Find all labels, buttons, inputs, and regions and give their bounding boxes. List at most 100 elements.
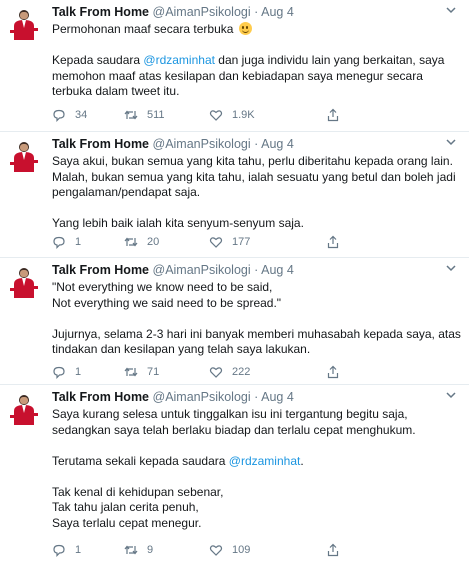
heart-icon (209, 235, 223, 249)
text-line: Tak kenal di kehidupan sebenar, (52, 484, 224, 499)
avatar[interactable] (10, 264, 38, 298)
text-line: Kepada saudara @rdzaminhat dan juga indi… (52, 53, 445, 67)
reply-count: 1 (75, 236, 82, 248)
share-icon (326, 108, 340, 122)
smile-emoji-icon (238, 22, 252, 35)
like-button[interactable]: 222 (209, 365, 250, 379)
share-button[interactable] (326, 108, 340, 122)
retweet-icon (124, 365, 138, 379)
text-line: terbuka dalam tweet itu. (52, 84, 180, 98)
heart-icon (209, 543, 223, 557)
tweet-text: Saya kurang selesa untuk tinggalkan isu … (52, 407, 462, 531)
share-button[interactable] (326, 543, 340, 557)
like-count: 177 (232, 236, 251, 248)
retweet-icon (124, 543, 138, 557)
author-name[interactable]: Talk From Home (52, 5, 149, 19)
tweet-text: Saya akui, bukan semua yang kita tahu, p… (52, 154, 462, 232)
tweet-text: "Not everything we know need to be said,… (52, 280, 462, 358)
like-button[interactable]: 177 (209, 235, 250, 249)
text-line: Jujurnya, selama 2-3 hari ini banyak mem… (52, 326, 461, 341)
author-handle[interactable]: @AimanPsikologi (153, 263, 251, 277)
author-handle[interactable]: @AimanPsikologi (153, 390, 251, 404)
like-count: 109 (232, 544, 251, 556)
tweet-4[interactable]: Talk From Home @AimanPsikologi · Aug 4 S… (0, 385, 469, 569)
text-line: Permohonan maaf secara terbuka (52, 22, 462, 38)
reply-icon (52, 108, 66, 122)
reply-count: 1 (75, 366, 82, 378)
mention-link[interactable]: @rdzaminhat (143, 53, 215, 67)
author-handle[interactable]: @AimanPsikologi (153, 137, 251, 151)
retweet-icon (124, 108, 138, 122)
tweet-date[interactable]: Aug 4 (261, 390, 294, 404)
retweet-count: 71 (147, 366, 160, 378)
reply-count: 1 (75, 544, 82, 556)
reply-button[interactable]: 1 (52, 235, 81, 249)
share-icon (326, 543, 340, 557)
separator: · (254, 263, 259, 277)
retweet-count: 9 (147, 544, 154, 556)
author-name[interactable]: Talk From Home (52, 390, 149, 404)
chevron-down-icon[interactable] (445, 4, 457, 16)
tweet-header: Talk From Home @AimanPsikologi · Aug 4 (52, 263, 294, 277)
tweet-date[interactable]: Aug 4 (261, 5, 294, 19)
text-line: Tak tahu jalan cerita penuh, (52, 500, 199, 514)
chevron-down-icon[interactable] (445, 389, 457, 401)
retweet-button[interactable]: 71 (124, 365, 159, 379)
reply-count: 34 (75, 109, 88, 121)
tweet-2[interactable]: Talk From Home @AimanPsikologi · Aug 4 S… (0, 132, 469, 258)
share-button[interactable] (326, 365, 340, 379)
tweet-actions: 1 20 177 (52, 235, 452, 251)
author-name[interactable]: Talk From Home (52, 137, 149, 151)
mention-link[interactable]: @rdzaminhat (229, 454, 301, 468)
tweet-header: Talk From Home @AimanPsikologi · Aug 4 (52, 5, 294, 19)
avatar[interactable] (10, 6, 38, 40)
text-line: Terutama sekali kepada saudara @rdzaminh… (52, 453, 304, 468)
tweet-actions: 1 9 109 (52, 543, 452, 559)
share-icon (326, 365, 340, 379)
like-count: 222 (232, 366, 251, 378)
text-line: Saya kurang selesa untuk tinggalkan isu … (52, 407, 408, 421)
reply-button[interactable]: 1 (52, 543, 81, 557)
reply-button[interactable]: 34 (52, 108, 87, 122)
text-line: pengalaman/pendapat saja. (52, 185, 201, 199)
tweet-header: Talk From Home @AimanPsikologi · Aug 4 (52, 390, 294, 404)
text-line: Not everything we said need to be spread… (52, 295, 282, 310)
text-line: Saya terlalu cepat menegur. (52, 515, 202, 530)
avatar[interactable] (10, 391, 38, 425)
retweet-count: 511 (147, 109, 165, 121)
separator: · (254, 137, 259, 151)
share-icon (326, 235, 340, 249)
author-name[interactable]: Talk From Home (52, 263, 149, 277)
separator: · (254, 5, 259, 19)
tweet-actions: 1 71 222 (52, 365, 452, 381)
tweet-1[interactable]: Talk From Home @AimanPsikologi · Aug 4 P… (0, 0, 469, 132)
tweet-date[interactable]: Aug 4 (261, 137, 294, 151)
separator: · (254, 390, 259, 404)
text-line: tindakan dan kesilapan yang telah saya l… (52, 342, 311, 356)
tweet-date[interactable]: Aug 4 (261, 263, 294, 277)
reply-icon (52, 365, 66, 379)
tweet-actions: 34 511 1.9K (52, 108, 452, 124)
text-line: Malah, bukan semua yang kita tahu, ialah… (52, 169, 456, 184)
reply-icon (52, 543, 66, 557)
chevron-down-icon[interactable] (445, 262, 457, 274)
retweet-button[interactable]: 9 (124, 543, 153, 557)
retweet-button[interactable]: 20 (124, 235, 159, 249)
tweet-header: Talk From Home @AimanPsikologi · Aug 4 (52, 137, 294, 151)
author-handle[interactable]: @AimanPsikologi (153, 5, 251, 19)
share-button[interactable] (326, 235, 340, 249)
avatar[interactable] (10, 138, 38, 172)
reply-icon (52, 235, 66, 249)
retweet-icon (124, 235, 138, 249)
tweet-text: Permohonan maaf secara terbuka Kepada sa… (52, 22, 462, 100)
heart-icon (209, 108, 223, 122)
like-button[interactable]: 1.9K (209, 108, 255, 122)
like-button[interactable]: 109 (209, 543, 250, 557)
like-count: 1.9K (232, 109, 255, 121)
retweet-button[interactable]: 511 (124, 108, 165, 122)
reply-button[interactable]: 1 (52, 365, 81, 379)
chevron-down-icon[interactable] (445, 136, 457, 148)
text-line: Yang lebih baik ialah kita senyum-senyum… (52, 216, 304, 230)
tweet-3[interactable]: Talk From Home @AimanPsikologi · Aug 4 "… (0, 258, 469, 385)
text-line: "Not everything we know need to be said, (52, 280, 273, 294)
